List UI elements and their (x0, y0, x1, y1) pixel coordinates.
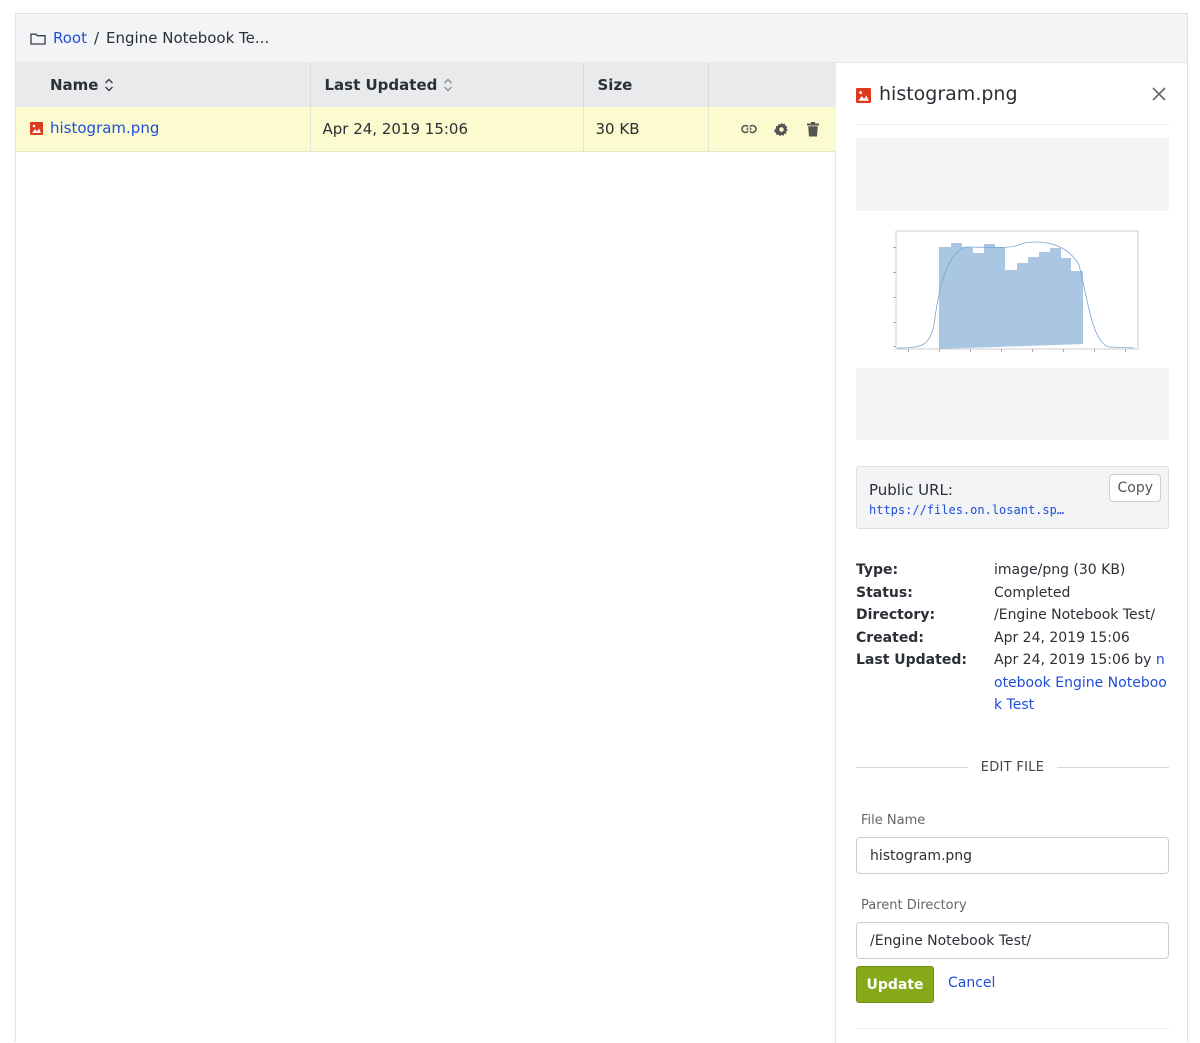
meta-row-last-updated: Last Updated: Apr 24, 2019 15:06 by noteb… (856, 652, 1167, 713)
cancel-link[interactable]: Cancel (948, 975, 995, 991)
parent-directory-input[interactable] (856, 922, 1169, 959)
close-icon[interactable] (1151, 85, 1167, 101)
column-header-size-label: Size (597, 76, 633, 94)
breadcrumb-root-link[interactable]: Root (53, 29, 87, 47)
last-updated-cell: Apr 24, 2019 15:06 (310, 107, 584, 152)
sort-icon[interactable] (104, 77, 114, 93)
edit-file-divider: EDIT FILE (856, 760, 1170, 775)
preview-background-top (856, 138, 1169, 211)
trash-icon[interactable] (804, 120, 822, 138)
parent-directory-label: Parent Directory (861, 898, 967, 913)
file-metadata: Type: image/png (30 KB) Status: Completed … (856, 559, 1169, 717)
file-details-panel: histogram.png Public URL: https://files.… (856, 63, 1170, 1043)
image-file-icon (30, 121, 43, 136)
meta-row-created: Created: Apr 24, 2019 15:06 (856, 629, 1130, 646)
update-button[interactable]: Update (856, 966, 934, 1003)
table-row[interactable]: histogram.png Apr 24, 2019 15:06 30 KB (16, 107, 836, 152)
breadcrumb-current: Engine Notebook Te... (106, 29, 270, 47)
meta-row-directory: Directory:/Engine Notebook Test/ (856, 607, 1156, 623)
meta-row-type: Type: image/png (30 KB) (856, 562, 1126, 578)
sort-icon[interactable] (443, 77, 453, 93)
image-file-icon (856, 86, 871, 103)
column-header-name[interactable]: Name (16, 63, 311, 107)
panel-header: histogram.png (856, 63, 1169, 125)
file-link[interactable]: histogram.png (30, 119, 159, 137)
size-cell: 30 KB (583, 107, 709, 152)
public-url-link[interactable]: https://files.on.losant.sp… (869, 503, 1079, 517)
column-header-actions (708, 63, 836, 107)
file-browser: Root / Engine Notebook Te... Name Last U… (15, 13, 1188, 1043)
meta-row-status: Status: Completed (856, 584, 1071, 601)
column-header-size: Size (583, 63, 709, 107)
gear-icon[interactable] (772, 120, 790, 138)
edit-file-heading: EDIT FILE (980, 760, 1045, 775)
panel-title: histogram.png (879, 82, 1018, 105)
breadcrumb: Root / Engine Notebook Te... (16, 14, 1187, 63)
file-table: Name Last Updated Size histogram.png Apr… (16, 63, 836, 152)
file-name-label: File Name (861, 813, 926, 828)
file-name-cell: histogram.png (16, 107, 311, 152)
column-header-last-updated-label: Last Updated (324, 76, 438, 94)
copy-button[interactable]: Copy (1109, 474, 1161, 502)
folder-icon (30, 32, 46, 45)
column-header-last-updated[interactable]: Last Updated (310, 63, 584, 107)
file-name-text: histogram.png (50, 118, 160, 137)
preview-background-bottom (856, 368, 1169, 440)
column-header-name-label: Name (50, 76, 99, 94)
public-url-label: Public URL: (869, 481, 953, 499)
actions-cell (708, 107, 836, 152)
breadcrumb-separator: / (93, 29, 100, 47)
link-icon[interactable] (740, 120, 758, 138)
panel-bottom-divider (856, 1028, 1169, 1029)
last-updated-text: Apr 24, 2019 15:06 by (994, 652, 1156, 668)
image-preview (889, 225, 1139, 357)
file-name-input[interactable] (856, 837, 1169, 874)
public-url-box: Public URL: https://files.on.losant.sp… … (856, 466, 1169, 529)
file-table-container: Name Last Updated Size histogram.png Apr… (16, 63, 836, 1043)
